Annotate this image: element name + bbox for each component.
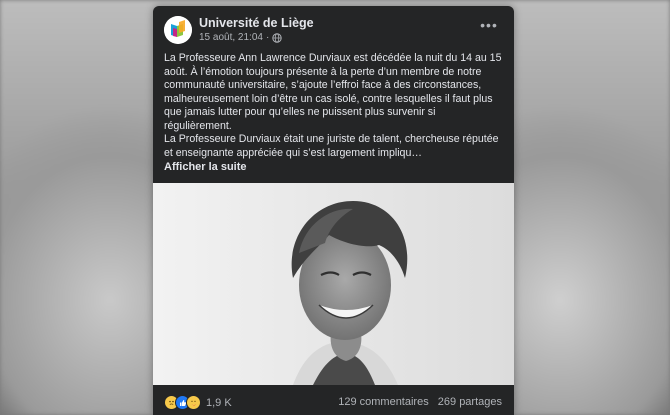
post-paragraph: La Professeure Ann Lawrence Durviaux est… [164, 52, 502, 132]
post-photo[interactable] [153, 183, 514, 385]
post-stats: 129 commentaires 269 partages [338, 396, 502, 408]
more-options-button[interactable]: ••• [478, 18, 500, 34]
reaction-count[interactable]: 1,9 K [206, 397, 232, 409]
uliege-logo-icon [164, 16, 192, 44]
post-text: La Professeure Ann Lawrence Durviaux est… [164, 52, 506, 175]
globe-icon[interactable] [272, 32, 282, 43]
care-reaction-icon [186, 395, 201, 410]
page-name-link[interactable]: Université de Liège [199, 16, 314, 30]
see-more-link[interactable]: Afficher la suite [164, 161, 506, 175]
shares-count-link[interactable]: 269 partages [438, 396, 502, 408]
meta-separator: · [265, 32, 270, 43]
reactions-summary[interactable]: 1,9 K [164, 395, 232, 410]
post-date[interactable]: 15 août, 21:04 [199, 32, 263, 43]
comments-count-link[interactable]: 129 commentaires [338, 396, 429, 408]
portrait-photo-icon [153, 183, 514, 385]
post-paragraph: La Professeure Durviaux était une jurist… [164, 133, 499, 159]
page-avatar[interactable] [164, 16, 192, 44]
post-meta: 15 août, 21:04 · [199, 32, 282, 43]
facebook-post-card: Université de Liège 15 août, 21:04 · •••… [153, 6, 514, 415]
